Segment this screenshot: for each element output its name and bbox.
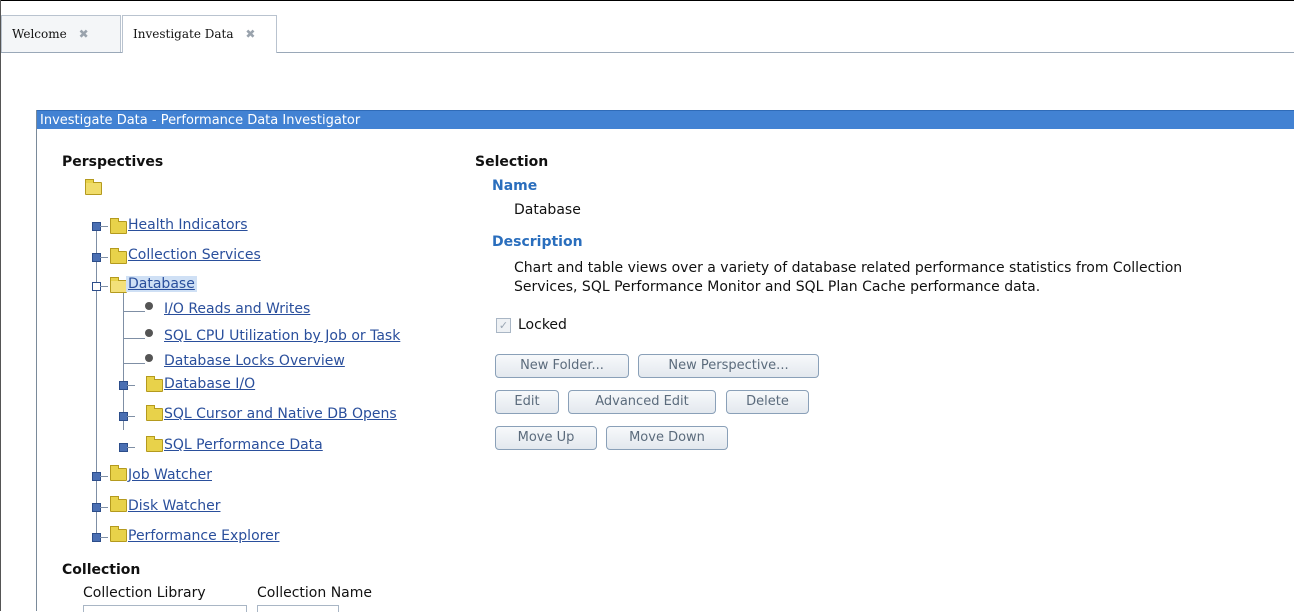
tab-welcome-label: Welcome: [12, 27, 67, 41]
folder-icon: [110, 218, 127, 234]
chart-leaf-icon: [145, 329, 153, 337]
tree-connector: [100, 507, 108, 508]
tree-item-performance-explorer[interactable]: Performance Explorer: [128, 528, 279, 544]
perspectives-heading: Perspectives: [62, 154, 164, 170]
chart-leaf-icon: [145, 354, 153, 362]
folder-icon: [146, 405, 163, 421]
tree-item-database-io[interactable]: Database I/O: [164, 376, 255, 392]
new-folder-button[interactable]: New Folder...: [495, 354, 629, 378]
tree-connector: [100, 286, 108, 287]
tree-item-collection-services[interactable]: Collection Services: [128, 247, 261, 263]
tree-connector: [100, 537, 108, 538]
collection-heading: Collection: [62, 562, 141, 578]
tree-connector: [123, 363, 145, 364]
name-value: Database: [514, 202, 581, 218]
chart-leaf-icon: [145, 302, 153, 310]
name-label: Name: [492, 178, 538, 194]
delete-button[interactable]: Delete: [726, 390, 809, 414]
folder-icon: [110, 496, 127, 512]
root-folder-icon[interactable]: [85, 179, 102, 195]
tree-connector: [127, 447, 135, 448]
tree-connector: [127, 385, 135, 386]
tree-item-health-indicators[interactable]: Health Indicators: [128, 217, 248, 233]
portlet-title: Investigate Data - Performance Data Inve…: [37, 110, 1294, 129]
folder-icon: [146, 376, 163, 392]
tree-connector: [100, 257, 108, 258]
tree-item-job-watcher[interactable]: Job Watcher: [128, 467, 212, 483]
advanced-edit-button[interactable]: Advanced Edit: [568, 390, 716, 414]
folder-icon: [110, 248, 127, 264]
tree-connector: [123, 338, 145, 339]
description-label: Description: [492, 234, 583, 250]
tab-investigate-data-label: Investigate Data: [133, 27, 234, 41]
selection-heading: Selection: [475, 154, 549, 170]
collection-name-label: Collection Name: [257, 585, 373, 601]
tree-item-sql-performance-data[interactable]: SQL Performance Data: [164, 437, 323, 453]
locked-label: Locked: [518, 317, 567, 333]
window-left-border: [0, 0, 1, 611]
tab-welcome[interactable]: Welcome ✖: [1, 15, 121, 52]
folder-icon: [110, 465, 127, 481]
description-text-line2: Services, SQL Performance Monitor and SQ…: [514, 279, 1041, 295]
tree-item-database-locks-overview[interactable]: Database Locks Overview: [164, 353, 345, 369]
tree-connector: [96, 222, 97, 540]
tree-item-io-reads-writes[interactable]: I/O Reads and Writes: [164, 301, 310, 317]
edit-button[interactable]: Edit: [495, 390, 559, 414]
open-folder-icon: [110, 277, 127, 293]
tree-connector: [127, 416, 135, 417]
new-perspective-button[interactable]: New Perspective...: [638, 354, 819, 378]
tree-connector: [123, 311, 145, 312]
tree-item-disk-watcher[interactable]: Disk Watcher: [128, 498, 220, 514]
tree-item-database[interactable]: Database: [126, 276, 197, 292]
tab-investigate-data[interactable]: Investigate Data ✖: [122, 15, 277, 53]
tree-connector: [100, 226, 108, 227]
description-text-line1: Chart and table views over a variety of …: [514, 260, 1183, 276]
move-up-button[interactable]: Move Up: [495, 426, 597, 450]
move-down-button[interactable]: Move Down: [606, 426, 728, 450]
tree-connector: [100, 476, 108, 477]
investigator-portlet: Investigate Data - Performance Data Inve…: [36, 110, 1294, 612]
close-icon[interactable]: ✖: [245, 27, 255, 41]
locked-checkbox[interactable]: ✓: [496, 318, 511, 333]
tree-item-sql-cpu-utilization[interactable]: SQL CPU Utilization by Job or Task: [164, 328, 400, 344]
tree-item-sql-cursor-native-db-opens[interactable]: SQL Cursor and Native DB Opens: [164, 406, 397, 422]
close-icon[interactable]: ✖: [79, 27, 89, 41]
folder-icon: [110, 526, 127, 542]
folder-icon: [146, 436, 163, 452]
collection-library-label: Collection Library: [83, 585, 206, 601]
tab-bar: Welcome ✖ Investigate Data ✖: [1, 1, 1294, 53]
